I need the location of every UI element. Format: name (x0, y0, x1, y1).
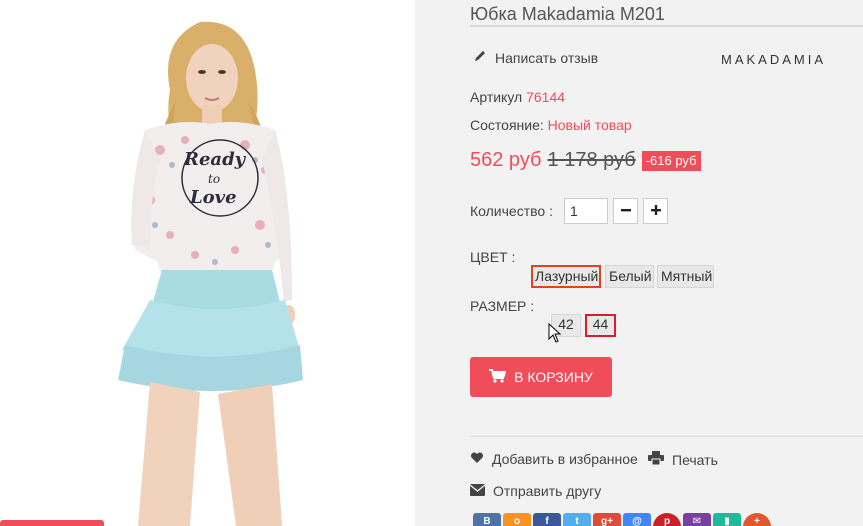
condition-label: Состояние: (470, 117, 544, 133)
size-option-44[interactable]: 44 (585, 314, 616, 337)
old-price: 1 178 руб (547, 149, 636, 171)
facebook-share-icon[interactable]: f (533, 513, 561, 526)
discount-badge: -616 руб (641, 150, 701, 171)
minus-icon (620, 203, 632, 219)
color-label: ЦВЕТ : (470, 249, 516, 265)
plus-icon (650, 203, 662, 219)
quantity-input[interactable] (564, 198, 608, 224)
size-label: РАЗМЕР : (470, 298, 535, 314)
quantity-decrease-button[interactable] (613, 198, 638, 224)
email-share-icon[interactable]: @ (623, 513, 651, 526)
current-price: 562 руб (470, 149, 542, 171)
quantity-increase-button[interactable] (643, 198, 668, 224)
color-option-lazurny[interactable]: Лазурный (531, 265, 601, 288)
condition-value: Новый товар (547, 117, 632, 133)
bookmark-share-icon[interactable]: ▮ (713, 513, 741, 526)
add-to-favorites-label: Добавить в избранное (492, 451, 638, 467)
add-to-favorites-link[interactable]: Добавить в избранное (470, 451, 638, 467)
product-info-panel: Юбка Makadamia M201 Написать отзыв MAKAD… (415, 0, 863, 526)
twitter-share-icon[interactable]: t (563, 513, 591, 526)
condition-row: Состояние: Новый товар (470, 117, 632, 133)
add-to-cart-label: В КОРЗИНУ (514, 369, 593, 385)
printer-icon (648, 451, 664, 468)
google-plus-share-icon[interactable]: g+ (593, 513, 621, 526)
price-row: 562 руб 1 178 руб -616 руб (470, 149, 701, 172)
send-to-friend-link[interactable]: Отправить другу (469, 483, 602, 499)
pinterest-share-icon[interactable]: p (653, 513, 681, 526)
print-line-3: Love (189, 187, 237, 208)
print-line-1: Ready (183, 149, 247, 170)
image-badge-strip (0, 520, 104, 526)
write-review-link[interactable]: Написать отзыв (473, 49, 598, 66)
heart-icon (470, 451, 484, 467)
more-share-icon[interactable]: + (743, 513, 771, 526)
social-share-bar: B o f t g+ @ p ✉ ▮ + (473, 513, 771, 526)
product-image[interactable]: Ready to Love (0, 0, 415, 526)
product-title: Юбка Makadamia M201 (470, 4, 665, 24)
color-option-myatny[interactable]: Мятный (657, 265, 714, 288)
quantity-label: Количество : (470, 203, 553, 219)
print-link[interactable]: Печать (648, 451, 718, 468)
sku-label: Артикул (470, 89, 523, 105)
actions-divider (470, 436, 863, 437)
product-photo: Ready to Love (118, 21, 303, 526)
vk-share-icon[interactable]: B (473, 513, 501, 526)
mouse-cursor-icon (548, 323, 562, 343)
sku-value: 76144 (526, 89, 566, 105)
pencil-icon (473, 49, 487, 66)
odnoklassniki-share-icon[interactable]: o (503, 513, 531, 526)
title-divider (470, 25, 863, 27)
print-line-2: to (208, 172, 220, 186)
yahoo-share-icon[interactable]: ✉ (683, 513, 711, 526)
send-to-friend-label: Отправить другу (493, 483, 602, 499)
sku-row: Артикул 76144 (470, 89, 565, 105)
color-option-bely[interactable]: Белый (605, 265, 654, 288)
brand-logo[interactable]: MAKADAMIA (721, 52, 826, 67)
envelope-icon (469, 483, 486, 499)
cart-icon (489, 368, 507, 386)
print-label: Печать (672, 451, 718, 468)
write-review-label: Написать отзыв (495, 49, 599, 66)
add-to-cart-button[interactable]: В КОРЗИНУ (470, 357, 612, 397)
